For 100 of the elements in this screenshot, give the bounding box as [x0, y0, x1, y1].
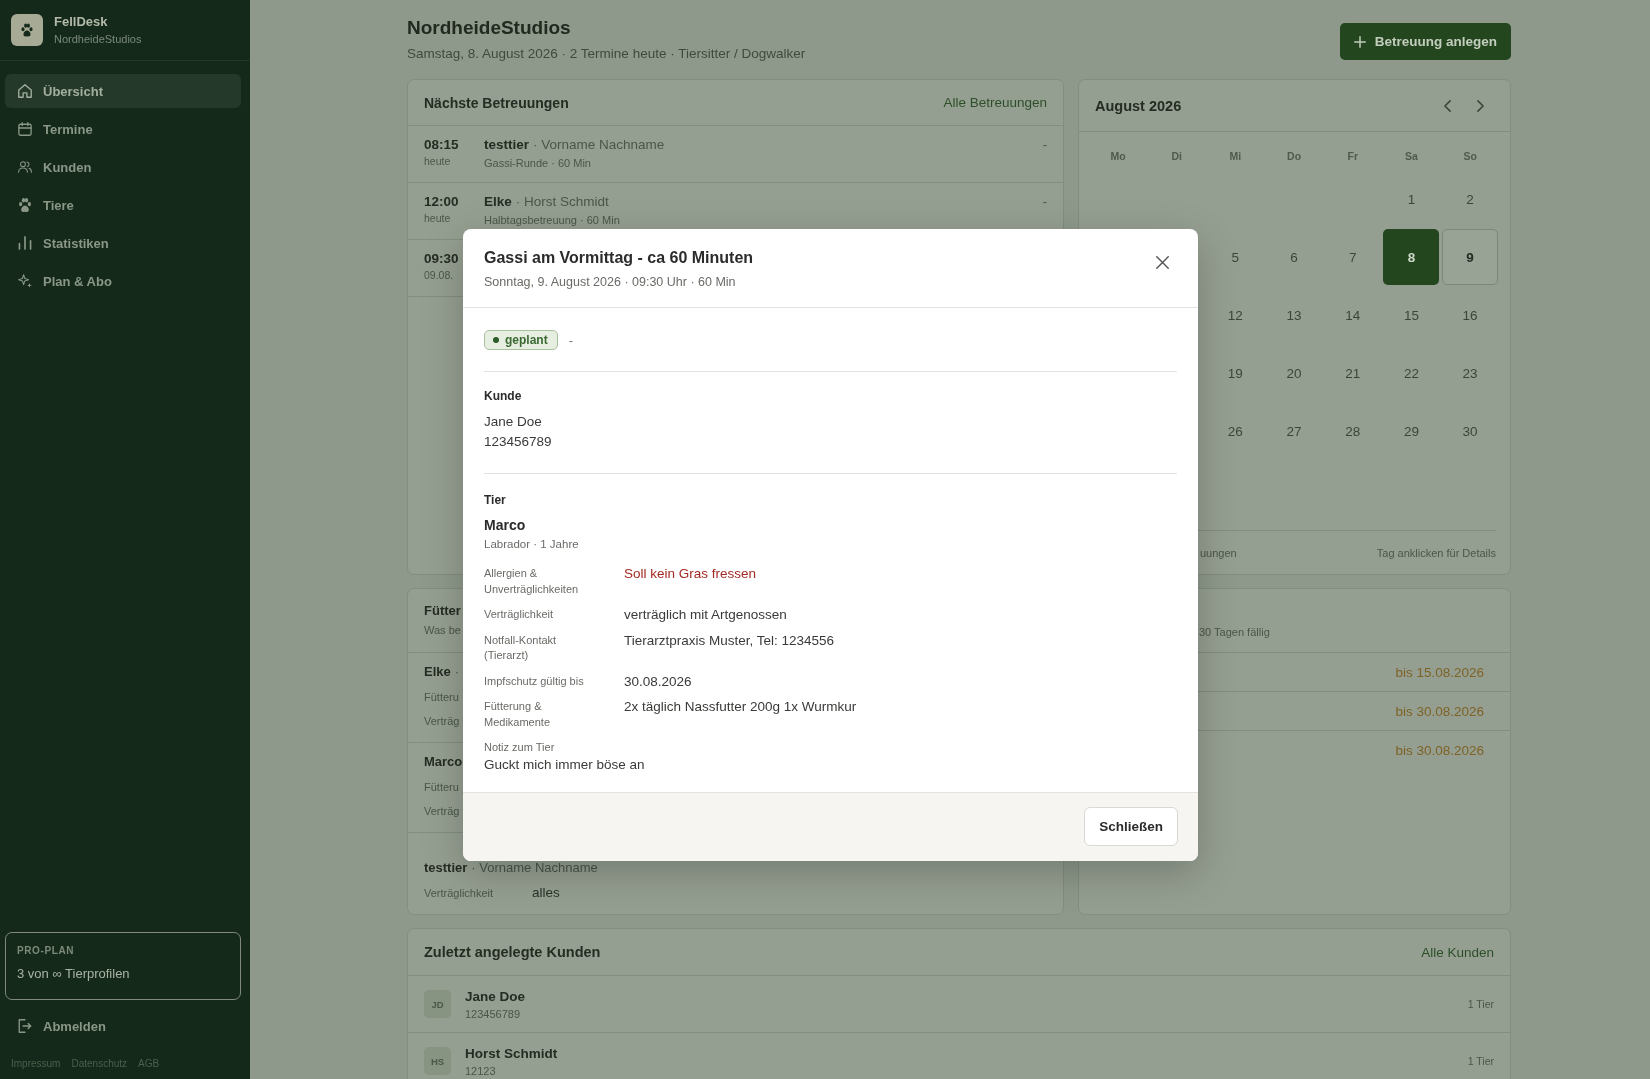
field-value: Soll kein Gras fressen	[624, 566, 757, 583]
pet-count: 1 Tier	[1467, 1055, 1494, 1067]
weekday-label: Sa	[1404, 149, 1419, 164]
workspace-name: NordheideStudios	[54, 33, 142, 46]
calendar-day[interactable]: 7	[1324, 229, 1381, 285]
customer-name: Horst Schmidt	[465, 1044, 558, 1062]
nav-link[interactable]: Übersicht	[5, 74, 241, 108]
page-title: NordheideStudios	[407, 17, 571, 39]
paw-icon	[18, 198, 32, 212]
calendar-day[interactable]: 12	[1207, 287, 1264, 343]
calendar-day[interactable]: 23	[1442, 345, 1499, 401]
owner-name: · Vorname Nachname	[533, 136, 665, 153]
pet-name: Marco	[484, 516, 526, 534]
field-value: verträglich mit Artgenossen	[624, 607, 787, 623]
appointment-time: 09:30	[424, 250, 459, 267]
hint-text: Tag anklicken für Details	[1376, 546, 1496, 559]
nav-link[interactable]: Termine	[5, 112, 241, 146]
field-label: Fütteru	[424, 690, 459, 705]
field-value: 2x täglich Nassfutter 200g 1x Wurmkur	[624, 699, 857, 716]
pet-count: 1 Tier	[1467, 998, 1494, 1010]
paw-logo-icon	[11, 14, 43, 46]
calendar-day[interactable]: 19	[1207, 345, 1264, 401]
all-customers-link[interactable]: Alle Kunden	[1421, 944, 1494, 960]
note-label: Notiz zum Tier	[484, 740, 555, 755]
calendar-day[interactable]: 5	[1207, 229, 1264, 285]
calendar-day[interactable]: 13	[1266, 287, 1323, 343]
pet-name: testtier	[484, 136, 529, 153]
customer-name: Jane Doe	[484, 413, 542, 431]
section-heading: Kunde	[484, 389, 522, 403]
calendar-day[interactable]: 22	[1383, 345, 1440, 401]
calendar-day[interactable]: 16	[1442, 287, 1499, 343]
app-name: FellDesk	[54, 14, 108, 29]
logout-link[interactable]: Abmelden	[5, 1009, 241, 1043]
due-date: bis 30.08.2026	[1395, 743, 1484, 758]
pet-name: Elke	[484, 193, 512, 210]
calendar-day[interactable]: 2	[1442, 171, 1499, 227]
calendar-day[interactable]: 8	[1383, 229, 1440, 285]
note-text: Guckt mich immer böse an	[484, 756, 645, 773]
logout-icon	[18, 1019, 32, 1033]
footer-link[interactable]: AGB	[138, 1058, 160, 1070]
field-label: Notfall-Kontakt (Tierarzt)	[484, 632, 558, 663]
customer-detail: 12123	[465, 1063, 496, 1078]
card-title: Fütter	[424, 602, 461, 620]
plus-icon	[1353, 35, 1366, 48]
appointment-day: heute	[424, 155, 451, 168]
users-icon	[18, 160, 32, 174]
status-note: -	[568, 332, 573, 348]
calendar-day[interactable]: 1	[1383, 171, 1440, 227]
calendar-day[interactable]: 30	[1442, 403, 1499, 459]
appointment-day: heute	[424, 212, 451, 225]
dialog-title: Gassi am Vormittag - ca 60 Minuten	[484, 248, 754, 268]
card-title: Zuletzt angelegte Kunden	[424, 944, 601, 960]
chevron-right-icon	[1476, 99, 1484, 112]
owner-name: · Vorname Nachname	[471, 859, 598, 877]
initials-avatar: JD	[424, 990, 451, 1018]
calendar-day[interactable]: 14	[1324, 287, 1381, 343]
field-label: Allergien & Unverträglichkeiten	[484, 566, 580, 597]
status-text: -	[1042, 137, 1047, 152]
calendar-icon	[18, 122, 32, 136]
month-title: August 2026	[1095, 97, 1182, 114]
appointment-time: 08:15	[424, 136, 459, 153]
field-value: 30.08.2026	[624, 673, 692, 689]
page-subtitle: Samstag, 8. August 2026 · 2 Termine heute · Tiersitter / Dogwalker	[407, 45, 806, 63]
field-value: Tierarztpraxis Muster, Tel: 1234556	[624, 632, 835, 650]
calendar-day[interactable]: 15	[1383, 287, 1440, 343]
field-label: Verträg	[424, 714, 460, 729]
weekday-label: So	[1462, 149, 1478, 164]
customer-detail: 123456789	[465, 1006, 521, 1021]
service-detail: Halbtagsbetreuung · 60 Min	[484, 213, 620, 227]
field-label: Fütteru	[424, 780, 459, 795]
all-bookings-link[interactable]: Alle Betreuungen	[943, 95, 1047, 110]
nav-link[interactable]: Kunden	[5, 150, 241, 184]
nav-link[interactable]: Tiere	[5, 188, 241, 222]
nav-link[interactable]: Statistiken	[5, 226, 241, 260]
plan-name: PRO-PLAN	[17, 945, 75, 957]
pet-name: testtier	[424, 859, 468, 877]
create-booking-button[interactable]: Betreuung anlegen	[1339, 23, 1511, 60]
calendar-day[interactable]: 27	[1266, 403, 1323, 459]
weekday-label: Di	[1170, 149, 1183, 164]
calendar-day[interactable]: 6	[1266, 229, 1323, 285]
calendar-day[interactable]: 20	[1266, 345, 1323, 401]
status-dot-icon	[493, 337, 499, 343]
close-dialog-button[interactable]: Schließen	[1084, 807, 1178, 846]
weekday-label: Mi	[1228, 149, 1243, 164]
calendar-day[interactable]: 28	[1324, 403, 1381, 459]
weekday-label: Do	[1286, 149, 1303, 164]
field-label: Impfschutz gültig bis	[484, 673, 584, 689]
due-date: bis 15.08.2026	[1395, 664, 1484, 680]
close-icon	[1155, 255, 1169, 269]
calendar-day[interactable]: 9	[1442, 229, 1499, 285]
service-detail: Gassi-Runde · 60 Min	[484, 156, 591, 170]
calendar-day[interactable]: 29	[1383, 403, 1440, 459]
calendar-day[interactable]: 21	[1324, 345, 1381, 401]
section-heading: Tier	[484, 493, 506, 507]
calendar-day[interactable]: 26	[1207, 403, 1264, 459]
status-text: geplant	[505, 333, 548, 347]
field-label: Fütterung & Medikamente	[484, 699, 552, 730]
customer-detail: 123456789	[484, 433, 552, 451]
nav-link[interactable]: Plan & Abo	[5, 264, 241, 298]
card-subtitle: Was be	[424, 623, 461, 637]
